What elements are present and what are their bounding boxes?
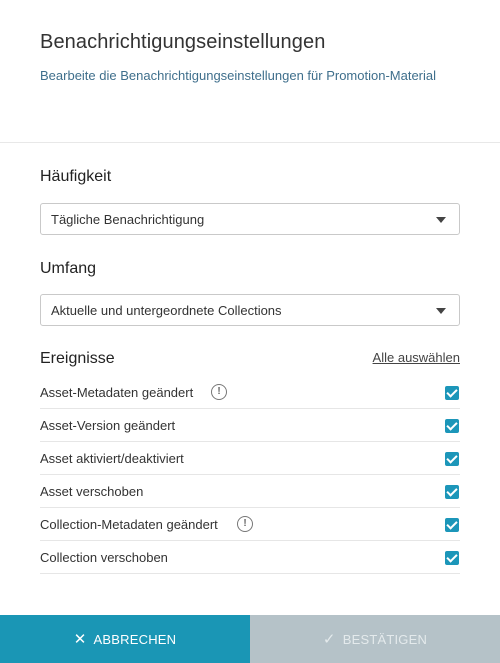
dialog-title: Benachrichtigungseinstellungen: [40, 31, 326, 53]
event-row-asset-moved: Asset verschoben: [40, 475, 460, 508]
event-label: Collection verschoben: [40, 550, 168, 565]
scope-select[interactable]: Aktuelle und untergeordnete Collections: [40, 294, 460, 326]
event-row-asset-activated: Asset aktiviert/deaktiviert: [40, 442, 460, 475]
dialog-footer: ✕ ABBRECHEN ✓ BESTÄTIGEN: [0, 615, 500, 663]
caret-down-icon: [436, 308, 446, 314]
event-list: Asset-Metadaten geändert ! Asset-Version…: [40, 376, 460, 574]
info-circle-icon[interactable]: !: [211, 384, 227, 400]
event-row-collection-metadata: Collection-Metadaten geändert !: [40, 508, 460, 541]
event-row-asset-metadata: Asset-Metadaten geändert !: [40, 376, 460, 409]
event-label: Asset verschoben: [40, 484, 144, 499]
frequency-selected-value: Tägliche Benachrichtigung: [51, 212, 205, 227]
checkbox-collection-metadata[interactable]: [445, 518, 459, 532]
event-label: Asset aktiviert/deaktiviert: [40, 451, 184, 466]
confirm-button-label: BESTÄTIGEN: [342, 631, 428, 647]
frequency-label: Häufigkeit: [40, 168, 112, 185]
checkbox-asset-version[interactable]: [445, 419, 459, 433]
cancel-button-label: ABBRECHEN: [93, 631, 177, 647]
checkbox-asset-metadata[interactable]: [445, 386, 459, 400]
checkmark-icon: ✓: [322, 630, 336, 648]
dialog-subtitle: Bearbeite die Benachrichtigungseinstellu…: [40, 68, 437, 83]
scope-selected-value: Aktuelle und untergeordnete Collections: [51, 303, 282, 318]
confirm-button[interactable]: ✓ BESTÄTIGEN: [250, 615, 500, 663]
events-label: Ereignisse: [40, 350, 115, 367]
event-row-collection-moved: Collection verschoben: [40, 541, 460, 574]
event-label: Asset-Version geändert: [40, 418, 176, 433]
cancel-button[interactable]: ✕ ABBRECHEN: [0, 615, 250, 663]
event-row-asset-version: Asset-Version geändert: [40, 409, 460, 442]
select-all-link[interactable]: Alle auswählen: [373, 350, 460, 365]
caret-down-icon: [436, 217, 446, 223]
checkbox-asset-moved[interactable]: [445, 485, 459, 499]
close-icon: ✕: [73, 630, 87, 648]
event-label: Asset-Metadaten geändert: [40, 385, 194, 400]
event-label: Collection-Metadaten geändert: [40, 517, 218, 532]
info-circle-icon[interactable]: !: [237, 516, 253, 532]
scope-label: Umfang: [40, 260, 97, 277]
frequency-select[interactable]: Tägliche Benachrichtigung: [40, 203, 460, 235]
checkbox-asset-activated[interactable]: [445, 452, 459, 466]
checkbox-collection-moved[interactable]: [445, 551, 459, 565]
dialog-header: Benachrichtigungseinstellungen Bearbeite…: [0, 0, 500, 143]
